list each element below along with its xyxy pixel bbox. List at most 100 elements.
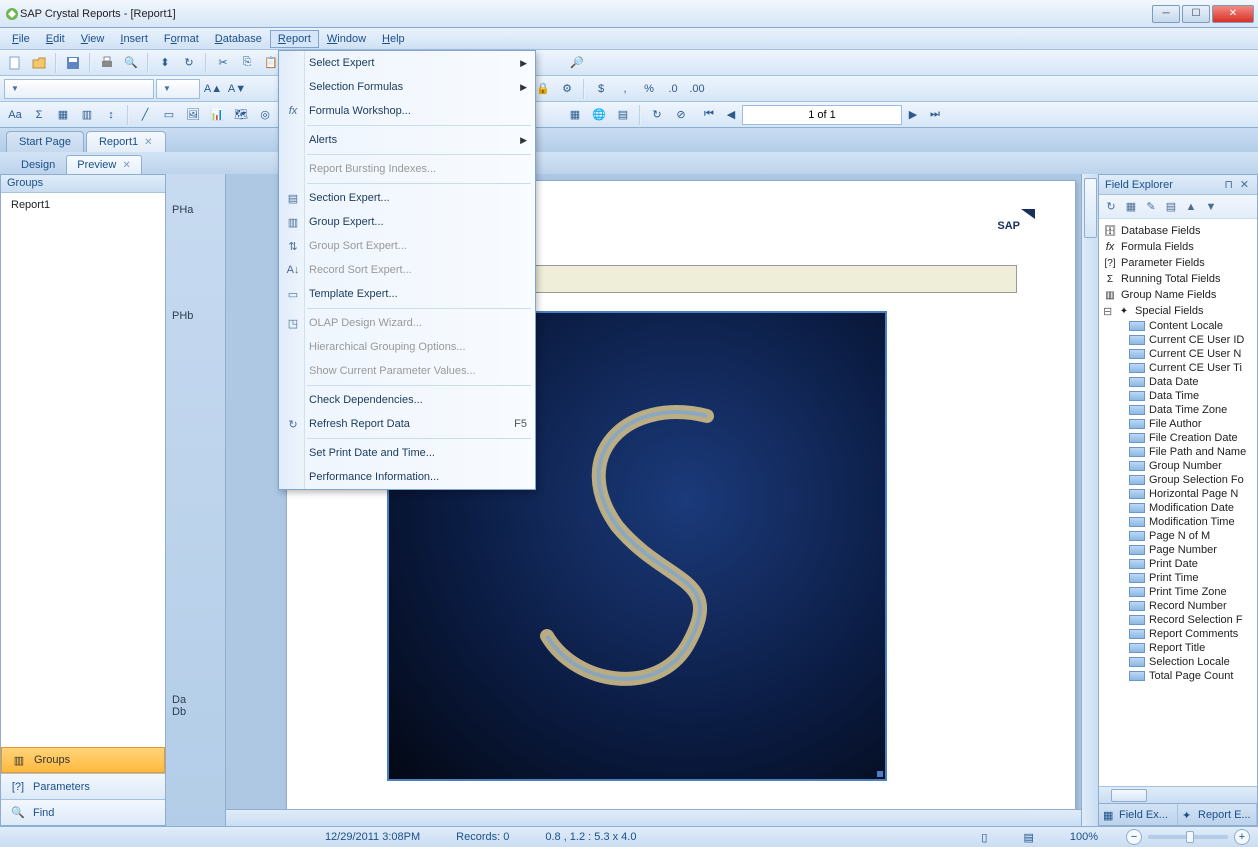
fe-up-icon[interactable]: ▲ <box>1182 198 1200 216</box>
tab-preview[interactable]: Preview✕ <box>66 155 142 174</box>
minimize-button[interactable]: ─ <box>1152 5 1180 23</box>
special-field-item[interactable]: Print Date <box>1101 557 1255 571</box>
pin-icon[interactable]: ⊓ <box>1224 179 1235 191</box>
menu-format[interactable]: Format <box>156 30 207 48</box>
special-field-item[interactable]: File Author <box>1101 417 1255 431</box>
increase-font-button[interactable]: A▲ <box>202 78 224 100</box>
chart-button[interactable]: 📊 <box>206 104 228 126</box>
special-field-item[interactable]: Print Time <box>1101 571 1255 585</box>
thousands-button[interactable]: , <box>614 78 636 100</box>
menu-database[interactable]: Database <box>207 30 270 48</box>
mi-group-expert[interactable]: ▥Group Expert... <box>279 210 535 234</box>
field-explorer-tree[interactable]: 🗄Database Fields fxFormula Fields [?]Par… <box>1099 219 1257 786</box>
font-size-select[interactable]: ▼ <box>156 79 200 99</box>
fe-down-icon[interactable]: ▼ <box>1202 198 1220 216</box>
ole-button[interactable]: ◎ <box>254 104 276 126</box>
grid-button[interactable]: ▦ <box>52 104 74 126</box>
node-running-total-fields[interactable]: ΣRunning Total Fields <box>1101 271 1255 287</box>
special-field-item[interactable]: Report Comments <box>1101 627 1255 641</box>
special-field-item[interactable]: Data Time Zone <box>1101 403 1255 417</box>
decrease-font-button[interactable]: A▼ <box>226 78 248 100</box>
last-page-button[interactable]: ⏭ <box>924 104 946 126</box>
special-field-item[interactable]: Horizontal Page N <box>1101 487 1255 501</box>
find-tab-button[interactable]: 🔍Find <box>1 799 165 825</box>
menu-window[interactable]: Window <box>319 30 374 48</box>
map-button[interactable]: 🗺 <box>230 104 252 126</box>
nav-icon-1[interactable]: ▦ <box>564 104 586 126</box>
nav-icon-3[interactable]: ▤ <box>612 104 634 126</box>
fe-horizontal-scrollbar[interactable] <box>1099 786 1257 803</box>
dec-decimal-button[interactable]: .00 <box>686 78 708 100</box>
crosstab-button[interactable]: ▥ <box>76 104 98 126</box>
mi-check-dependencies[interactable]: Check Dependencies... <box>279 388 535 412</box>
node-special-fields[interactable]: ⊟✦Special Fields <box>1101 303 1255 319</box>
special-field-item[interactable]: Data Date <box>1101 375 1255 389</box>
tab-design[interactable]: Design <box>10 155 66 174</box>
menu-view[interactable]: View <box>73 30 113 48</box>
first-page-button[interactable]: ⏮ <box>698 104 720 126</box>
special-field-item[interactable]: Page Number <box>1101 543 1255 557</box>
node-parameter-fields[interactable]: [?]Parameter Fields <box>1101 255 1255 271</box>
close-button[interactable]: ✕ <box>1212 5 1254 23</box>
special-field-item[interactable]: Current CE User N <box>1101 347 1255 361</box>
new-button[interactable] <box>4 52 26 74</box>
copy-button[interactable]: ⎘ <box>236 52 258 74</box>
tab-field-explorer[interactable]: ▦Field Ex... <box>1099 804 1178 825</box>
special-field-item[interactable]: Record Selection F <box>1101 613 1255 627</box>
menu-insert[interactable]: Insert <box>112 30 156 48</box>
tab-report1[interactable]: Report1✕ <box>86 131 166 152</box>
layout-icon-1[interactable]: ▯ <box>973 831 995 844</box>
find-icon[interactable]: 🔎 <box>566 52 588 74</box>
special-field-item[interactable]: File Path and Name <box>1101 445 1255 459</box>
sum-button[interactable]: Σ <box>28 104 50 126</box>
node-database-fields[interactable]: 🗄Database Fields <box>1101 223 1255 239</box>
group-root[interactable]: Report1 <box>11 199 155 211</box>
mi-refresh-report-data[interactable]: ↻Refresh Report DataF5 <box>279 412 535 436</box>
special-field-item[interactable]: Group Number <box>1101 459 1255 473</box>
refresh-data-button[interactable]: ↻ <box>646 104 668 126</box>
special-field-item[interactable]: Modification Date <box>1101 501 1255 515</box>
mi-section-expert[interactable]: ▤Section Expert... <box>279 186 535 210</box>
close-tab-icon[interactable]: ✕ <box>144 137 152 148</box>
parameters-tab-button[interactable]: [?]Parameters <box>1 773 165 799</box>
special-field-item[interactable]: Modification Time <box>1101 515 1255 529</box>
zoom-slider[interactable] <box>1148 835 1228 839</box>
special-field-item[interactable]: Current CE User Ti <box>1101 361 1255 375</box>
special-field-item[interactable]: Page N of M <box>1101 529 1255 543</box>
percent-button[interactable]: % <box>638 78 660 100</box>
maximize-button[interactable]: ☐ <box>1182 5 1210 23</box>
mi-alerts[interactable]: Alerts▶ <box>279 128 535 152</box>
print-button[interactable] <box>96 52 118 74</box>
menu-edit[interactable]: Edit <box>38 30 73 48</box>
inc-decimal-button[interactable]: .0 <box>662 78 684 100</box>
zoom-in-button[interactable]: + <box>1234 829 1250 845</box>
menu-report[interactable]: Report <box>270 30 319 48</box>
mi-template-expert[interactable]: ▭Template Expert... <box>279 282 535 306</box>
currency-button[interactable]: $ <box>590 78 612 100</box>
node-formula-fields[interactable]: fxFormula Fields <box>1101 239 1255 255</box>
fe-refresh-icon[interactable]: ↻ <box>1102 198 1120 216</box>
special-field-item[interactable]: Total Page Count <box>1101 669 1255 683</box>
fe-new-icon[interactable]: ▦ <box>1122 198 1140 216</box>
save-button[interactable] <box>62 52 84 74</box>
special-field-item[interactable]: Record Number <box>1101 599 1255 613</box>
nav-icon-2[interactable]: 🌐 <box>588 104 610 126</box>
special-field-item[interactable]: Group Selection Fo <box>1101 473 1255 487</box>
stop-button[interactable]: ⊘ <box>670 104 692 126</box>
node-group-name-fields[interactable]: ▥Group Name Fields <box>1101 287 1255 303</box>
export-button[interactable]: ⬍ <box>154 52 176 74</box>
print-preview-button[interactable]: 🔍 <box>120 52 142 74</box>
special-field-item[interactable]: Report Title <box>1101 641 1255 655</box>
tab-start-page[interactable]: Start Page <box>6 131 84 152</box>
groups-tree[interactable]: Report1 <box>1 193 165 747</box>
menu-file[interactable]: File <box>4 30 38 48</box>
fe-edit-icon[interactable]: ✎ <box>1142 198 1160 216</box>
special-field-item[interactable]: Current CE User ID <box>1101 333 1255 347</box>
horizontal-scrollbar[interactable] <box>226 809 1081 826</box>
refresh-icon[interactable]: ↻ <box>178 52 200 74</box>
text-object-button[interactable]: Aa <box>4 104 26 126</box>
menu-help[interactable]: Help <box>374 30 413 48</box>
sort-button[interactable]: ↕ <box>100 104 122 126</box>
special-field-item[interactable]: Data Time <box>1101 389 1255 403</box>
tab-report-explorer[interactable]: ✦Report E... <box>1178 804 1257 825</box>
